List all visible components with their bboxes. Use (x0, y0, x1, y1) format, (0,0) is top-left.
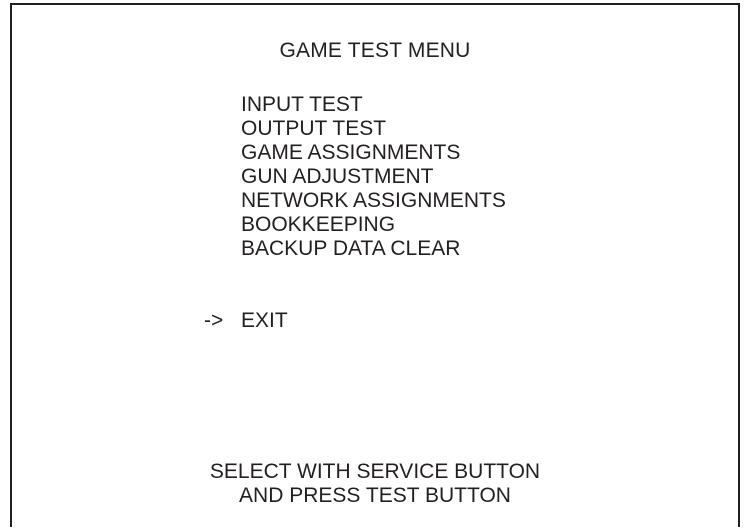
menu-item-network-assignments[interactable]: NETWORK ASSIGNMENTS (241, 189, 506, 213)
menu-item-gun-adjustment[interactable]: GUN ADJUSTMENT (241, 165, 506, 189)
menu-item-backup-data-clear[interactable]: BACKUP DATA CLEAR (241, 237, 506, 261)
test-menu-screen: GAME TEST MENU INPUT TEST OUTPUT TEST GA… (10, 3, 740, 527)
menu-item-input-test[interactable]: INPUT TEST (241, 93, 506, 117)
menu-item-bookkeeping[interactable]: BOOKKEEPING (241, 213, 506, 237)
selection-cursor-icon: -> (204, 309, 224, 332)
menu-item-game-assignments[interactable]: GAME ASSIGNMENTS (241, 141, 506, 165)
instructions: SELECT WITH SERVICE BUTTON AND PRESS TES… (12, 460, 738, 508)
menu-item-output-test[interactable]: OUTPUT TEST (241, 117, 506, 141)
menu-item-exit[interactable]: -> EXIT (204, 309, 288, 333)
instruction-line-2: AND PRESS TEST BUTTON (239, 484, 511, 507)
exit-label: EXIT (241, 309, 288, 332)
menu-title: GAME TEST MENU (279, 39, 471, 62)
test-menu-list: INPUT TEST OUTPUT TEST GAME ASSIGNMENTS … (241, 93, 506, 261)
instruction-line-1: SELECT WITH SERVICE BUTTON (209, 460, 541, 483)
